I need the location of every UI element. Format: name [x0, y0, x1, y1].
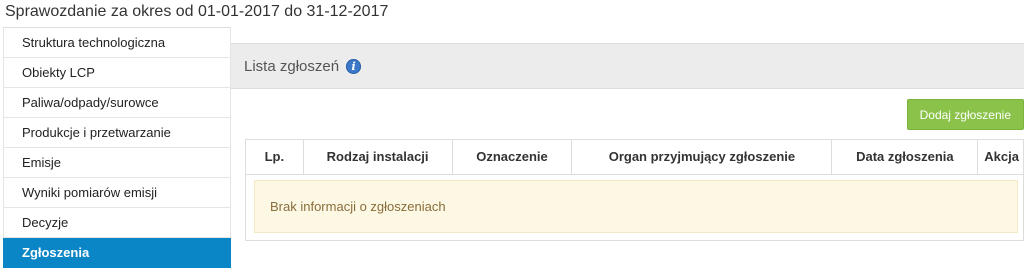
empty-state-message: Brak informacji o zgłoszeniach	[254, 180, 1018, 233]
column-header-oznaczenie[interactable]: Oznaczenie	[452, 140, 573, 175]
add-notification-button[interactable]: Dodaj zgłoszenie	[906, 99, 1024, 130]
sidebar-nav: Struktura technologiczna Obiekty LCP Pal…	[3, 27, 231, 272]
panel-title: Lista zgłoszeń	[244, 57, 340, 75]
sidebar-item-wyniki-pomiarow[interactable]: Wyniki pomiarów emisji	[3, 178, 231, 208]
sidebar-item-paliwa[interactable]: Paliwa/odpady/surowce	[3, 88, 231, 118]
column-header-data-zgloszenia[interactable]: Data zgłoszenia	[831, 140, 979, 175]
sidebar-item-obiekty-lcp[interactable]: Obiekty LCP	[3, 58, 231, 88]
notifications-table: Lp. Rodzaj instalacji Oznaczenie Organ p…	[245, 139, 1024, 241]
sidebar-item-struktura[interactable]: Struktura technologiczna	[3, 28, 231, 58]
column-header-akcja: Akcja	[977, 140, 1024, 175]
sidebar-item-decyzje[interactable]: Decyzje	[3, 208, 231, 238]
column-header-rodzaj-instalacji[interactable]: Rodzaj instalacji	[303, 140, 453, 175]
page-title: Sprawozdanie za okres od 01-01-2017 do 3…	[5, 3, 389, 20]
sidebar-item-produkcje[interactable]: Produkcje i przetwarzanie	[3, 118, 231, 148]
sidebar-item-emisje[interactable]: Emisje	[3, 148, 231, 178]
table-header-row: Lp. Rodzaj instalacji Oznaczenie Organ p…	[246, 140, 1024, 175]
sidebar-item-zgloszenia[interactable]: Zgłoszenia	[3, 238, 231, 268]
info-icon[interactable]: i	[346, 58, 362, 74]
column-header-organ[interactable]: Organ przyjmujący zgłoszenie	[571, 140, 833, 175]
column-header-lp[interactable]: Lp.	[246, 140, 304, 175]
notifications-panel: Lista zgłoszeń i Dodaj zgłoszenie Lp. Ro…	[231, 43, 1024, 272]
panel-header: Lista zgłoszeń i	[231, 43, 1024, 89]
